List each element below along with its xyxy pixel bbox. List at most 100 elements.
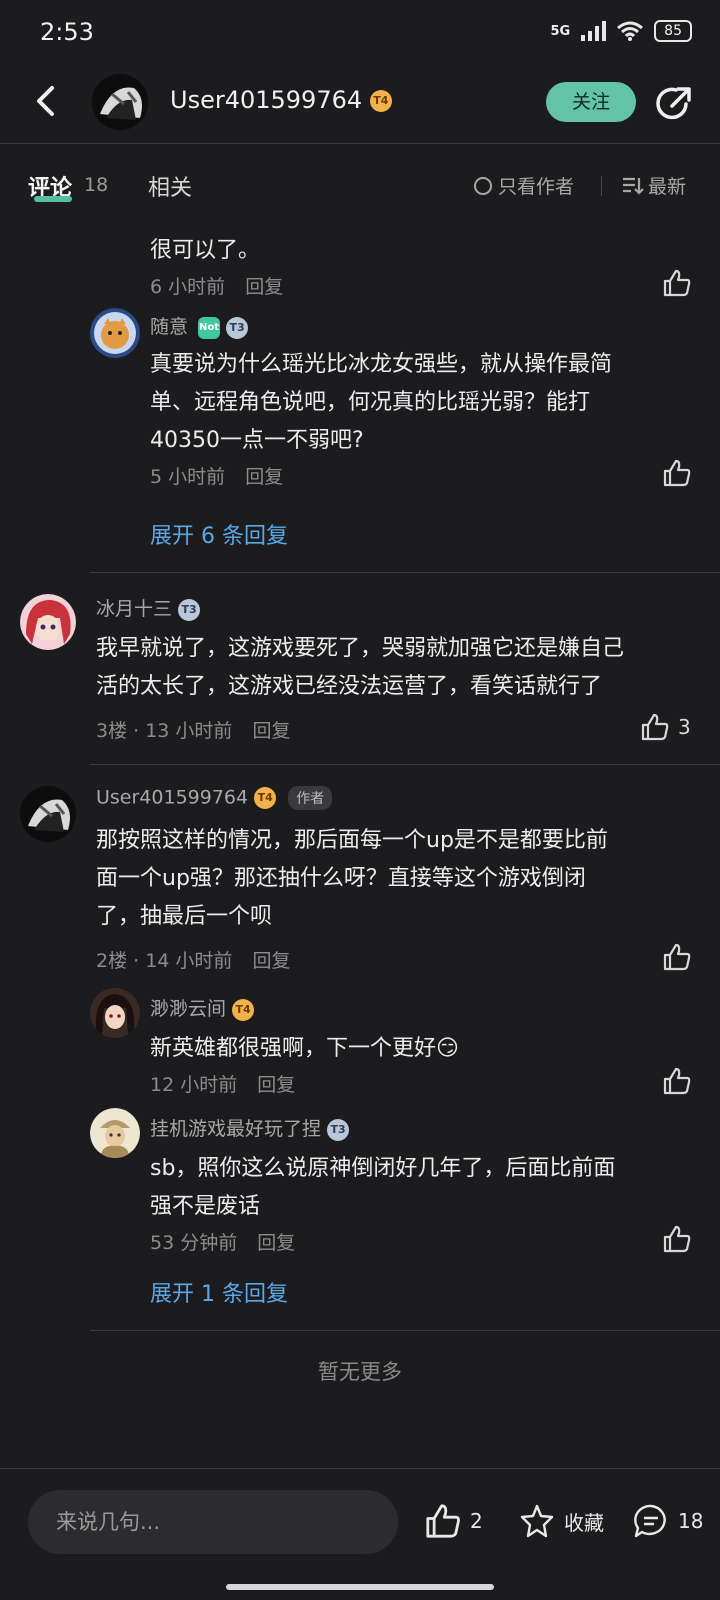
comments-button[interactable]: 18: [632, 1502, 703, 1540]
comment-user[interactable]: 冰月十三 T3: [96, 594, 201, 621]
author-username[interactable]: User401599764 T4: [170, 86, 392, 114]
comment-user[interactable]: User401599764 T4 作者: [96, 786, 333, 810]
comment-floor-time: 3楼 · 13 小时前: [96, 720, 233, 742]
comment-divider: [90, 764, 720, 765]
level-badge-icon: T3: [327, 1118, 350, 1141]
post-like-count: 2: [470, 1509, 483, 1533]
reply-user[interactable]: 挂机游戏最好玩了捏 T3: [150, 1114, 350, 1141]
status-time: 2:53: [40, 18, 94, 46]
reply-meta: 53 分钟前 回复: [150, 1228, 295, 1255]
expand-replies-link[interactable]: 展开 6 条回复: [150, 518, 288, 550]
only-author-label: 只看作者: [498, 176, 575, 198]
back-arrow-icon[interactable]: [30, 84, 64, 118]
reply-text-line: 强不是废话: [150, 1194, 261, 1219]
reply-meta: 5 小时前 回复: [150, 462, 283, 489]
header-divider: [0, 143, 720, 144]
reply-meta: 6 小时前 回复: [150, 272, 283, 299]
level-badge-icon: T3: [178, 598, 201, 621]
like-button[interactable]: 3: [640, 712, 691, 742]
reply-avatar[interactable]: [90, 988, 140, 1038]
author-username-text: User401599764: [170, 86, 363, 114]
sort-toggle[interactable]: 最新: [622, 172, 686, 199]
favorite-button[interactable]: 收藏: [518, 1502, 604, 1540]
level-badge-icon: T4: [232, 998, 255, 1021]
comment-floor-time: 2楼 · 14 小时前: [96, 950, 233, 972]
comment-bubble-icon: [634, 1504, 666, 1538]
reply-text: 很可以了。: [150, 238, 261, 263]
comment-meta: 3楼 · 13 小时前 回复: [96, 716, 291, 743]
comment-avatar[interactable]: [20, 786, 76, 842]
reply-text-line: 40350一点一不弱吧?: [150, 428, 364, 453]
level-badge-icon: T3: [226, 316, 249, 339]
reply-time: 6 小时前: [150, 276, 226, 298]
author-avatar[interactable]: [92, 74, 148, 130]
bottom-divider: [0, 1468, 720, 1469]
reply-avatar[interactable]: [90, 308, 140, 358]
reply-button[interactable]: 回复: [257, 1074, 295, 1096]
share-icon[interactable]: [654, 84, 694, 124]
reply-time: 5 小时前: [150, 466, 226, 488]
comment-text-line: 我早就说了，这游戏要死了，哭弱就加强它还是嫌自己: [96, 636, 625, 661]
star-icon: [520, 1504, 554, 1538]
comment-count: 18: [84, 174, 109, 196]
sort-icon: [623, 177, 644, 195]
comment-text: 那按照这样的情况，那后面每一个up是不是都要比前 面一个up强？那还抽什么呀？直…: [96, 822, 608, 936]
comment-meta: 2楼 · 14 小时前 回复: [96, 946, 291, 973]
thumbs-up-icon[interactable]: [662, 1224, 692, 1254]
thumbs-up-icon: [426, 1504, 460, 1538]
expand-replies-link[interactable]: 展开 1 条回复: [150, 1276, 288, 1308]
comment-username: User401599764: [96, 786, 249, 809]
radio-circle-icon: [474, 176, 492, 195]
comment-text-line: 了，抽最后一个呗: [96, 904, 273, 929]
thumbs-up-icon[interactable]: [662, 458, 692, 488]
home-indicator[interactable]: [226, 1584, 494, 1590]
comment-text: 我早就说了，这游戏要死了，哭弱就加强它还是嫌自己 活的太长了，这游戏已经没法运营…: [96, 630, 624, 706]
not-badge-icon: Not: [198, 316, 221, 339]
network-type: 5G: [550, 23, 571, 39]
comment-divider: [90, 1330, 720, 1331]
follow-button[interactable]: 关注: [546, 82, 636, 122]
wifi-icon: [617, 21, 644, 41]
reply-time: 53 分钟前: [150, 1232, 238, 1254]
thumbs-up-icon[interactable]: [662, 1066, 692, 1096]
comments-count: 18: [678, 1509, 704, 1533]
reply-button[interactable]: 回复: [252, 720, 290, 742]
no-more-label: 暂无更多: [318, 1360, 402, 1384]
comment-text-line: 那按照这样的情况，那后面每一个up是不是都要比前: [96, 828, 608, 853]
comment-avatar[interactable]: [20, 594, 76, 650]
reply-text-line: 真要说为什么瑶光比冰龙女强些，就从操作最简: [150, 352, 613, 377]
reply-text: 真要说为什么瑶光比冰龙女强些，就从操作最简 单、远程角色说吧，何况真的比瑶光弱？…: [150, 346, 612, 460]
comment-input[interactable]: 来说几句...: [28, 1490, 398, 1554]
only-author-toggle[interactable]: 只看作者: [474, 172, 574, 199]
tab-active-indicator: [34, 196, 72, 202]
tab-related[interactable]: 相关: [148, 170, 192, 202]
favorite-label: 收藏: [564, 1510, 604, 1535]
reply-meta: 12 小时前 回复: [150, 1070, 295, 1097]
thumbs-up-icon: [641, 713, 669, 741]
battery-indicator: 85: [654, 20, 692, 42]
like-count: 3: [678, 715, 691, 739]
level-badge-icon: T4: [369, 90, 392, 112]
reply-avatar[interactable]: [90, 1108, 140, 1158]
reply-button[interactable]: 回复: [257, 1232, 295, 1254]
signal-icon: [581, 21, 607, 41]
reply-text: sb，照你这么说原神倒闭好几年了，后面比前面 强不是废话: [150, 1150, 615, 1226]
sort-label: 最新: [648, 176, 687, 198]
reply-text: 新英雄都很强啊，下一个更好😏: [150, 1036, 459, 1061]
comment-username: 冰月十三: [96, 598, 173, 620]
reply-user[interactable]: 渺渺云间 T4: [150, 994, 255, 1021]
comment-text-line: 活的太长了，这游戏已经没法运营了，看笑话就行了: [96, 674, 603, 699]
status-bar: 2:53 5G 85: [0, 0, 720, 66]
reply-button[interactable]: 回复: [245, 466, 283, 488]
reply-username: 挂机游戏最好玩了捏: [150, 1118, 322, 1140]
tab-separator: [601, 176, 602, 196]
reply-text-line: sb，照你这么说原神倒闭好几年了，后面比前面: [150, 1156, 616, 1181]
reply-button[interactable]: 回复: [252, 950, 290, 972]
reply-user[interactable]: 随意 Not T3: [150, 312, 249, 339]
thumbs-up-icon[interactable]: [662, 942, 692, 972]
post-like-button[interactable]: 2: [424, 1502, 483, 1540]
thumbs-up-icon[interactable]: [662, 268, 692, 298]
reply-username: 随意: [150, 316, 189, 338]
reply-button[interactable]: 回复: [245, 276, 283, 298]
status-icons: 5G 85: [550, 20, 692, 42]
